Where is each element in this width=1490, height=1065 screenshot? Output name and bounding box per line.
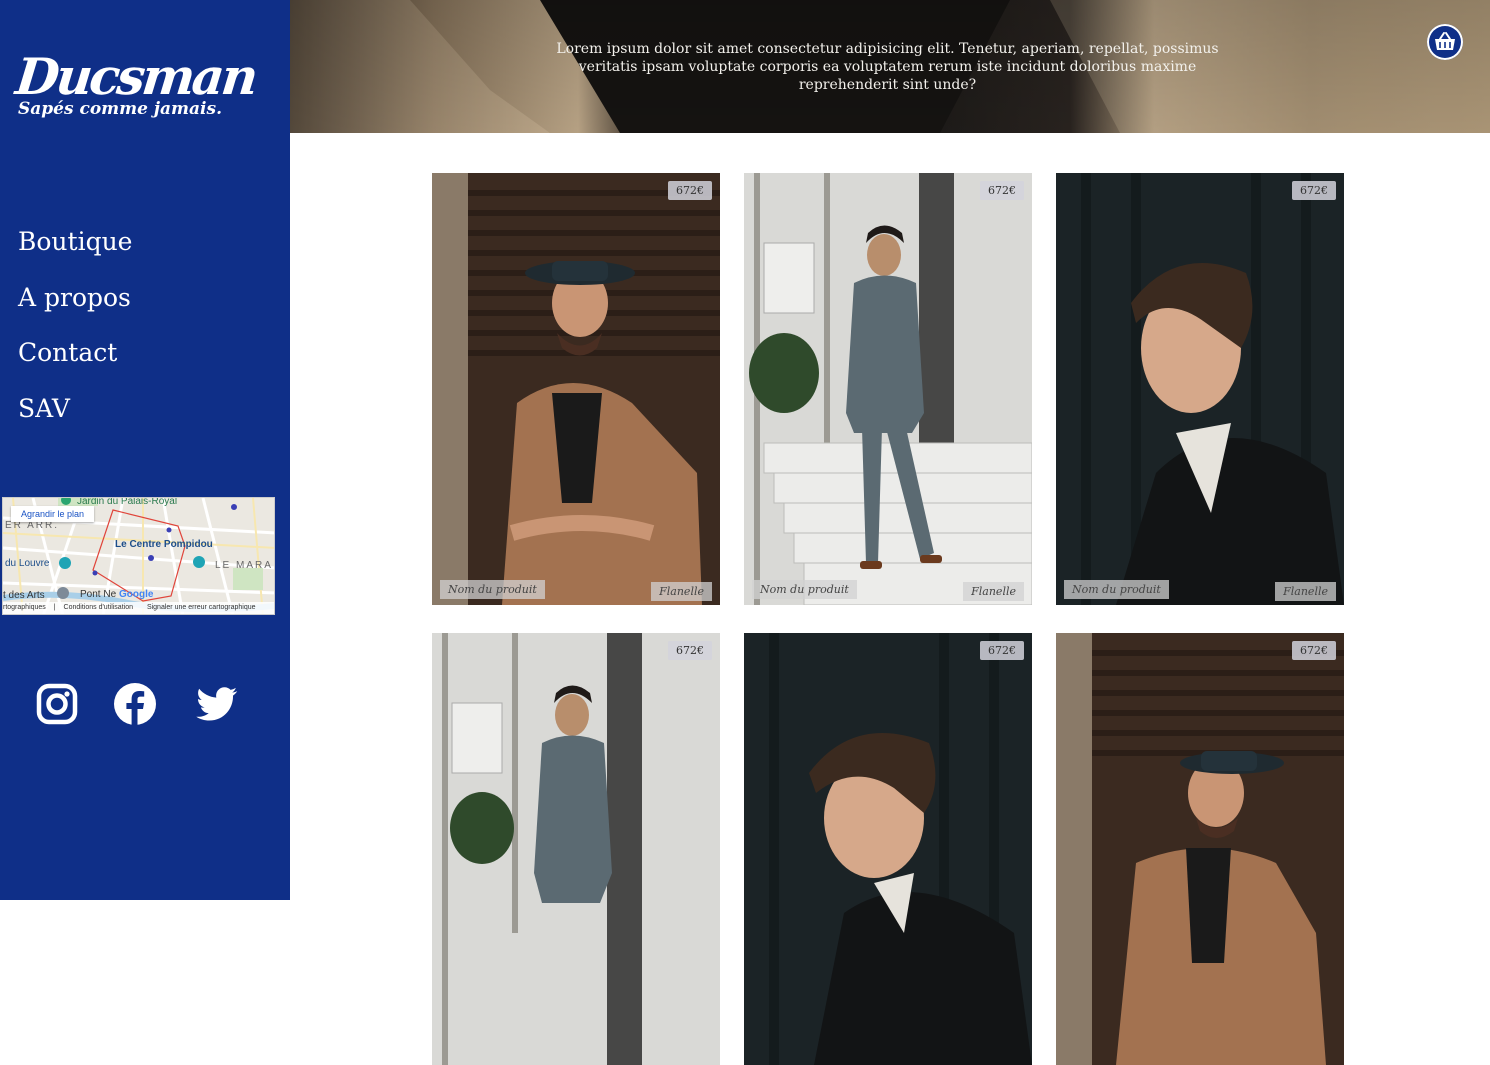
map-label-louvre: du Louvre xyxy=(5,558,50,569)
price-badge: 672€ xyxy=(1292,181,1336,200)
product-material: Flanelle xyxy=(1275,582,1336,601)
map-label-bridge: Pont Ne xyxy=(80,589,117,600)
product-image xyxy=(432,633,720,1065)
brand-tagline: Sapés comme jamais. xyxy=(18,99,222,119)
nav-item-sav[interactable]: SAV xyxy=(18,394,132,423)
instagram-icon[interactable] xyxy=(36,683,78,725)
twitter-icon[interactable] xyxy=(196,683,238,725)
brand-logo[interactable]: Ducsman Sapés comme jamais. xyxy=(12,47,259,128)
product-image xyxy=(744,633,1032,1065)
nav-item-a-propos[interactable]: A propos xyxy=(18,283,132,312)
nav-item-contact[interactable]: Contact xyxy=(18,339,132,367)
hero-banner: Lorem ipsum dolor sit amet consectetur a… xyxy=(290,0,1490,133)
product-name: Nom du produit xyxy=(752,580,857,599)
product-card[interactable]: 672€ xyxy=(744,633,1032,1065)
sidebar: Ducsman Sapés comme jamais. Boutique A p… xyxy=(0,0,290,900)
map-data-link[interactable]: rtographiques xyxy=(3,604,46,611)
hero-text: Lorem ipsum dolor sit amet consectetur a… xyxy=(556,41,1219,93)
product-material: Flanelle xyxy=(963,582,1024,601)
price-badge: 672€ xyxy=(668,641,712,660)
map-label-arts: t des Arts xyxy=(3,590,45,601)
price-badge: 672€ xyxy=(980,181,1024,200)
product-image xyxy=(1056,173,1344,605)
google-logo: Google xyxy=(119,589,154,600)
map-label-marais: LE MARA xyxy=(215,560,273,571)
product-card[interactable]: 672€ xyxy=(432,633,720,1065)
product-card[interactable]: 672€ Nom du produit Flanelle xyxy=(1056,173,1344,605)
product-name: Nom du produit xyxy=(440,580,545,599)
price-badge: 672€ xyxy=(668,181,712,200)
price-badge: 672€ xyxy=(1292,641,1336,660)
nav-item-boutique[interactable]: Boutique xyxy=(18,228,132,256)
social-links xyxy=(36,683,246,727)
location-map[interactable]: Jardin du Palais-Royal ER ARR. Le Centre… xyxy=(2,497,275,615)
map-footer: rtographiques | Conditions d'utilisation… xyxy=(3,602,274,614)
main-nav: Boutique A propos Contact SAV xyxy=(18,228,132,450)
product-card[interactable]: 672€ Nom du produit Flanelle xyxy=(432,173,720,605)
product-image xyxy=(744,173,1032,605)
map-report-link[interactable]: Signaler une erreur cartographique xyxy=(147,604,256,611)
enlarge-map-link[interactable]: Agrandir le plan xyxy=(11,506,95,522)
map-terms-link[interactable]: Conditions d'utilisation xyxy=(64,604,133,611)
product-image xyxy=(1056,633,1344,1065)
product-card[interactable]: 672€ xyxy=(1056,633,1344,1065)
product-name: Nom du produit xyxy=(1064,580,1169,599)
basket-icon xyxy=(1435,32,1455,50)
brand-name: Ducsman xyxy=(12,47,259,106)
map-label-pompidou: Le Centre Pompidou xyxy=(115,539,213,550)
cart-button[interactable] xyxy=(1427,24,1463,60)
price-badge: 672€ xyxy=(980,641,1024,660)
product-material: Flanelle xyxy=(651,582,712,601)
product-image xyxy=(432,173,720,605)
facebook-icon[interactable] xyxy=(114,683,156,725)
product-card[interactable]: 672€ Nom du produit Flanelle xyxy=(744,173,1032,605)
